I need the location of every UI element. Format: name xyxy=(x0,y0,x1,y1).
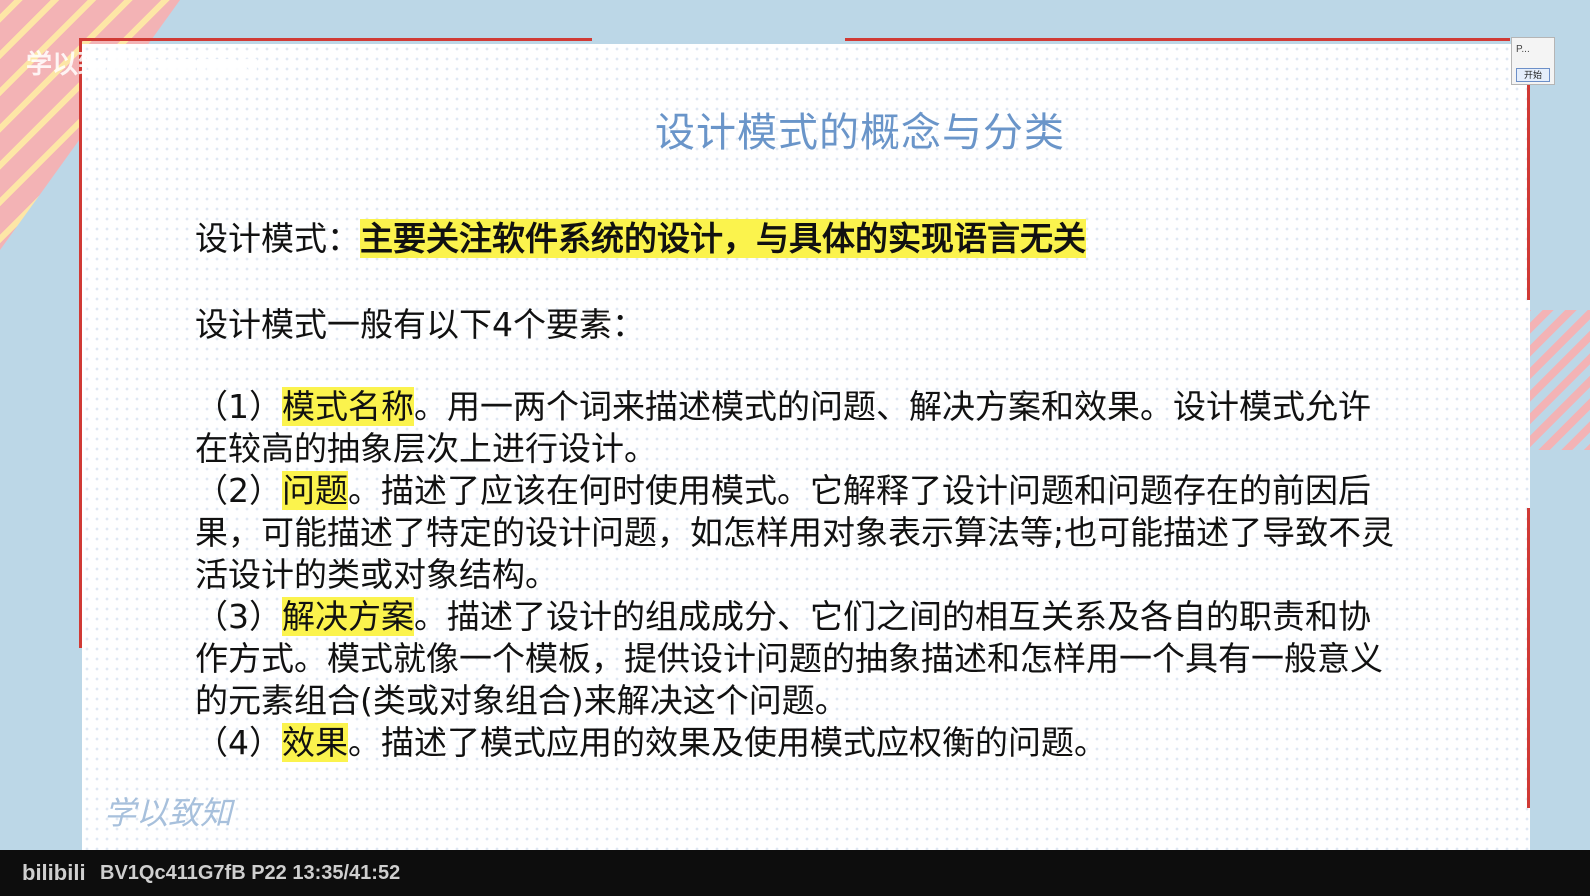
elements-intro: 设计模式一般有以下4个要素： xyxy=(195,305,645,344)
item-4-text: 。描述了模式应用的效果及使用模式应权衡的问题。 xyxy=(348,723,1107,762)
item-4-line-1: （4）效果。描述了模式应用的效果及使用模式应权衡的问题。 xyxy=(195,716,1107,764)
item-2-line-1: （2）问题。描述了应该在何时使用模式。它解释了设计问题和问题存在的前因后 xyxy=(195,464,1371,512)
item-1-number: （1） xyxy=(195,387,282,426)
frame-top-left xyxy=(82,38,592,41)
item-2-line-3: 活设计的类或对象结构。 xyxy=(195,555,558,594)
item-3-text: 。描述了设计的组成成分、它们之间的相互关系及各自的职责和协 xyxy=(414,597,1371,636)
frame-right-lower xyxy=(1527,508,1530,808)
item-2-number: （2） xyxy=(195,471,282,510)
item-3-line-2: 作方式。模式就像一个模板，提供设计问题的抽象描述和怎样用一个具有一般意义 xyxy=(195,639,1383,678)
item-2-term: 问题 xyxy=(282,471,348,510)
item-1-text: 。用一两个词来描述模式的问题、解决方案和效果。设计模式允许 xyxy=(414,387,1371,426)
item-3-line-1: （3）解决方案。描述了设计的组成成分、它们之间的相互关系及各自的职责和协 xyxy=(195,590,1371,638)
bilibili-logo: bilibili xyxy=(22,860,86,885)
item-1-line-1: （1）模式名称。用一两个词来描述模式的问题、解决方案和效果。设计模式允许 xyxy=(195,380,1371,428)
definition-line: 设计模式：主要关注软件系统的设计，与具体的实现语言无关 xyxy=(195,212,1086,260)
item-4-number: （4） xyxy=(195,723,282,762)
item-3-number: （3） xyxy=(195,597,282,636)
item-3-line-3: 的元素组合(类或对象组合)来解决这个问题。 xyxy=(195,681,848,720)
item-3-term: 解决方案 xyxy=(282,597,414,636)
mini-panel-label: P... xyxy=(1516,44,1530,55)
item-1-line-2: 在较高的抽象层次上进行设计。 xyxy=(195,429,657,468)
definition-highlight: 主要关注软件系统的设计，与具体的实现语言无关 xyxy=(360,219,1086,258)
start-button[interactable]: 开始 xyxy=(1516,68,1550,82)
item-2-text: 。描述了应该在何时使用模式。它解释了设计问题和问题存在的前因后 xyxy=(348,471,1371,510)
video-info: BV1Qc411G7fB P22 13:35/41:52 xyxy=(100,862,401,884)
slide-title: 设计模式的概念与分类 xyxy=(655,110,1065,156)
channel-watermark: 学以致用Learning xyxy=(26,50,260,80)
item-1-term: 模式名称 xyxy=(282,387,414,426)
frame-top-right xyxy=(845,38,1510,41)
item-4-term: 效果 xyxy=(282,723,348,762)
calligraphy-logo: 学以致知 xyxy=(104,794,233,832)
definition-prefix: 设计模式： xyxy=(195,219,360,258)
item-2-line-2: 果，可能描述了特定的设计问题，如怎样用对象表示算法等;也可能描述了导致不灵 xyxy=(195,513,1395,552)
presenter-mini-panel: P... 开始 xyxy=(1511,37,1555,85)
background-stripes-right xyxy=(1520,310,1590,450)
